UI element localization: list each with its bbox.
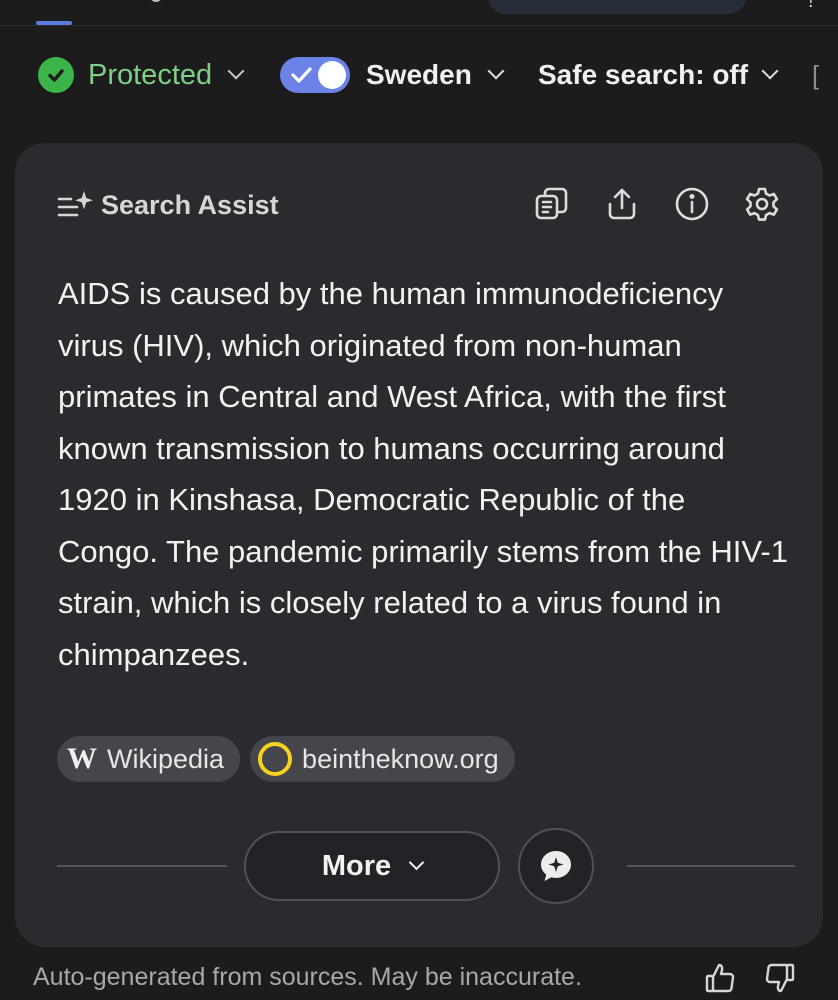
chat-sparkle-icon [541,851,571,881]
source-chip-wikipedia[interactable]: W Wikipedia [57,736,241,782]
safe-search-filter[interactable]: Safe search: off [538,48,779,102]
top-tab-strip: ! [0,0,838,26]
more-filters-partial[interactable]: [ [812,60,819,91]
search-results-page: ! Protected Sweden Safe search: off [Se… [0,0,838,1000]
sparkle-list-icon [57,188,95,222]
check-circle-icon [38,57,74,93]
source-label: beintheknow.org [302,743,499,774]
search-assist-card: Search Assist AIDS is caused by the huma… [15,143,823,947]
thumbs-down-icon[interactable] [764,962,800,998]
divider [627,865,795,867]
more-button[interactable]: More [244,831,500,901]
assist-footer: More [57,828,795,904]
disclaimer-text: Auto-generated from sources. May be inac… [33,963,582,991]
toggle-knob [318,61,346,89]
settings-icon[interactable] [743,185,781,223]
more-button-label: More [321,849,392,882]
region-label: Sweden [366,59,472,90]
chat-button[interactable] [518,828,594,904]
safe-search-label: Safe search: off [538,59,749,90]
wikipedia-icon: W [67,742,97,775]
share-icon[interactable] [603,185,641,223]
protection-filter[interactable]: Protected [38,48,245,102]
chevron-down-icon [487,62,505,80]
top-pill-button[interactable] [488,0,746,14]
chevron-down-icon [408,854,425,870]
info-icon[interactable] [673,185,711,223]
source-list: W Wikipedia beintheknow.org [57,736,515,782]
search-assist-actions [533,185,781,223]
divider [57,865,227,867]
chevron-down-icon [227,62,245,80]
protection-label: Protected [88,58,213,91]
active-tab-indicator [36,21,72,25]
filter-bar: Protected Sweden Safe search: off [0,48,838,102]
site-favicon-icon [258,742,293,776]
search-assist-header: Search Assist [57,185,793,225]
search-assist-title: Search Assist [101,189,279,220]
top-overflow-glyph: ! [808,0,814,12]
source-chip-beintheknow[interactable]: beintheknow.org [250,736,515,782]
source-label: Wikipedia [107,743,225,774]
tab-icon-partial [150,0,162,2]
copy-icon[interactable] [533,185,571,223]
region-filter[interactable]: Sweden [280,48,505,102]
assist-answer-text: AIDS is caused by the human immunodefici… [58,276,788,672]
chevron-down-icon [761,62,779,80]
thumbs-up-icon[interactable] [704,962,740,998]
region-toggle[interactable] [280,57,350,93]
